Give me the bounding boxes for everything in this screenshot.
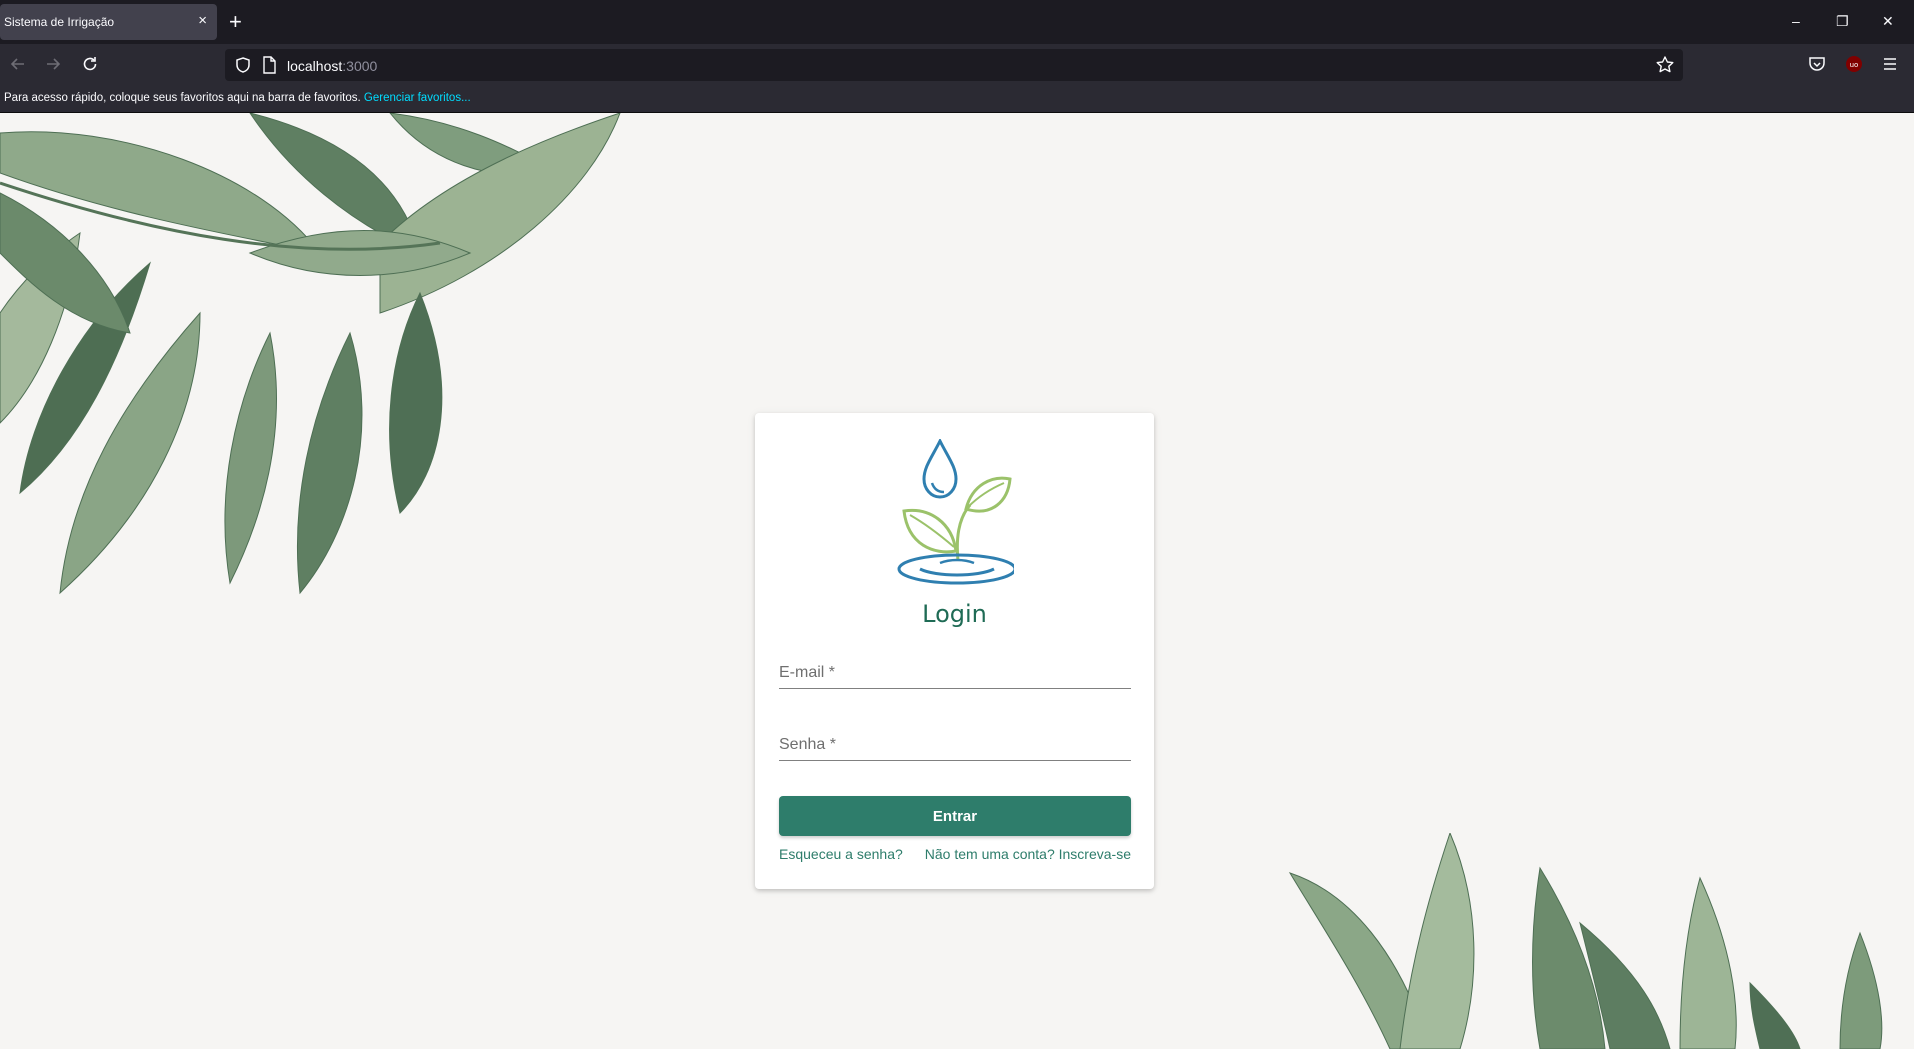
close-window-button[interactable]: ✕ (1882, 12, 1894, 30)
signup-link[interactable]: Não tem uma conta? Inscreva-se (925, 846, 1131, 862)
manage-bookmarks-link[interactable]: Gerenciar favoritos... (364, 92, 471, 104)
water-drop-sprout-icon (897, 439, 1014, 585)
forgot-password-link[interactable]: Esqueceu a senha? (779, 846, 903, 862)
tab-strip: Sistema de Irrigação × + – ❐ ✕ (0, 0, 1914, 44)
reload-icon[interactable] (80, 54, 100, 74)
url-text[interactable]: localhost:3000 (287, 58, 377, 74)
url-bar[interactable]: localhost:3000 (225, 49, 1683, 81)
url-port: :3000 (342, 58, 378, 74)
shield-icon[interactable] (234, 56, 252, 74)
leaves-decoration-top (0, 113, 621, 595)
back-arrow-icon[interactable] (8, 54, 28, 74)
password-input[interactable] (779, 731, 1131, 759)
minimize-button[interactable]: – (1792, 12, 1800, 30)
leaves-decoration-bottom (1288, 833, 1883, 1049)
login-submit-button[interactable]: Entrar (779, 796, 1131, 836)
bookmarks-hint-text: Para acesso rápido, coloque seus favorit… (4, 92, 361, 104)
tab-close-icon[interactable]: × (198, 12, 207, 30)
login-title: Login (922, 600, 987, 628)
bookmarks-hint: Para acesso rápido, coloque seus favorit… (4, 92, 471, 104)
url-host: localhost (287, 58, 343, 74)
tab-title: Sistema de Irrigação (4, 15, 115, 29)
page-icon[interactable] (261, 56, 277, 74)
svg-text:uo: uo (1850, 61, 1859, 69)
restore-button[interactable]: ❐ (1836, 12, 1849, 30)
star-icon[interactable] (1655, 55, 1675, 75)
new-tab-button[interactable]: + (229, 11, 242, 33)
forward-arrow-icon[interactable] (43, 54, 63, 74)
navigation-toolbar: localhost:3000 uo (0, 44, 1914, 85)
browser-tab[interactable]: Sistema de Irrigação × (0, 4, 217, 40)
ublock-icon[interactable]: uo (1844, 54, 1864, 74)
menu-icon[interactable] (1880, 54, 1900, 74)
login-card: Login E-mail * Senha * Entrar Esqueceu a… (755, 413, 1154, 889)
email-input[interactable] (779, 659, 1131, 687)
pocket-icon[interactable] (1807, 54, 1827, 74)
email-field[interactable]: E-mail * (779, 649, 1131, 689)
page-content: Login E-mail * Senha * Entrar Esqueceu a… (0, 113, 1914, 1049)
password-field[interactable]: Senha * (779, 721, 1131, 761)
bookmarks-bar: Para acesso rápido, coloque seus favorit… (0, 85, 1914, 113)
